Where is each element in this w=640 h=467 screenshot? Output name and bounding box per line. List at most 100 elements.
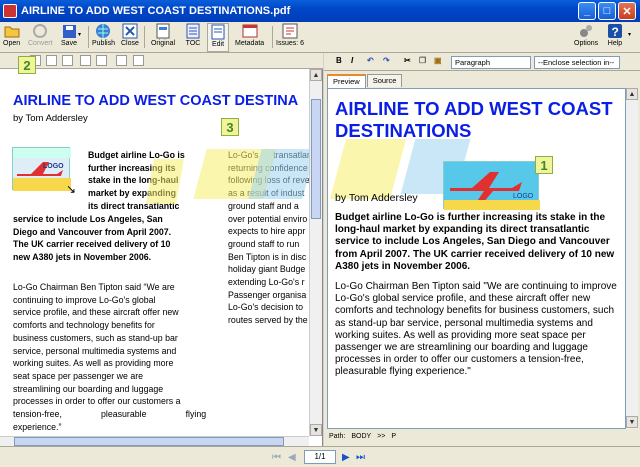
- tab-preview[interactable]: Preview: [327, 74, 366, 88]
- toc-button[interactable]: TOC: [182, 23, 204, 52]
- issues-label: Issues: 6: [276, 40, 305, 47]
- marker-2[interactable]: 2: [18, 56, 36, 74]
- doc-text-line: holiday giant Budge: [228, 264, 306, 275]
- editor-pane: B I ↶ ↷ ✂ ❐ ▣ Paragraph --Enclose select…: [324, 53, 640, 446]
- doc-logo-image: LOGO: [12, 147, 71, 191]
- path-body[interactable]: BODY: [351, 433, 371, 440]
- metadata-label: Metadata: [235, 40, 265, 47]
- left-vertical-scrollbar[interactable]: ▲ ▼: [309, 69, 322, 436]
- publish-button[interactable]: Publish: [92, 23, 115, 52]
- element-path-bar: Path: BODY >> P: [327, 430, 637, 443]
- single-page-icon[interactable]: [80, 55, 91, 66]
- undo-icon[interactable]: ↶: [367, 56, 374, 65]
- doc-text-line: over potential enviro: [228, 213, 308, 224]
- toolbar-separator: [88, 26, 89, 48]
- options-button[interactable]: Options: [574, 23, 598, 52]
- doc-text-line: Diego and Vancouver from April 2007.: [13, 226, 172, 237]
- drag-ghost: [329, 139, 407, 199]
- edit-button[interactable]: Edit: [207, 23, 229, 52]
- enclose-selection-select[interactable]: --Enclose selection in--: [534, 56, 620, 69]
- copy-icon[interactable]: ❐: [419, 56, 426, 65]
- redo-icon[interactable]: ↷: [383, 56, 390, 65]
- preview-headline: AIRLINE TO ADD WEST COAST DESTINATIONS: [335, 98, 613, 141]
- preview-paragraph: Lo-Go Chairman Ben Tipton said "We are c…: [335, 281, 617, 378]
- doc-text-line: tension-free, pleasurable flying: [13, 409, 207, 420]
- last-page-icon[interactable]: ⏭: [356, 452, 365, 463]
- left-scroll-thumb[interactable]: [311, 99, 321, 219]
- convert-label: Convert: [28, 40, 53, 47]
- globe-icon: [95, 23, 111, 39]
- prev-page-icon[interactable]: ◀: [288, 452, 296, 463]
- gears-icon: [578, 23, 594, 39]
- select-text-icon[interactable]: [46, 55, 57, 66]
- page-view-icon[interactable]: [96, 55, 107, 66]
- right-vertical-scrollbar[interactable]: ▲ ▼: [626, 88, 638, 429]
- scroll-up-arrow[interactable]: ▲: [626, 88, 638, 100]
- issues-icon: [282, 23, 298, 39]
- close-window-button[interactable]: ✕: [618, 2, 636, 20]
- original-button[interactable]: Original: [148, 23, 178, 52]
- scroll-down-arrow[interactable]: ▼: [310, 424, 322, 436]
- left-horizontal-scrollbar[interactable]: [0, 436, 309, 446]
- fit-width-icon[interactable]: [133, 55, 144, 66]
- maximize-button[interactable]: □: [598, 2, 616, 20]
- document-page[interactable]: AIRLINE TO ADD WEST COAST DESTINA by Tom…: [0, 69, 309, 436]
- path-label: Path:: [329, 433, 346, 440]
- doc-text-line: service to include Los Angeles, San: [13, 214, 163, 224]
- doc-text-line: experience.”: [13, 421, 62, 432]
- save-dropdown-icon[interactable]: ▾: [78, 31, 81, 38]
- preview-logo-text: LOGO: [513, 193, 534, 200]
- page-number-field[interactable]: 1/1: [304, 450, 336, 464]
- cut-icon[interactable]: ✂: [404, 56, 411, 65]
- paste-icon[interactable]: ▣: [434, 56, 442, 65]
- metadata-button[interactable]: Metadata: [235, 23, 264, 52]
- toolbar-separator: [272, 26, 273, 48]
- editor-tabs: Preview Source: [327, 74, 403, 88]
- doc-paragraph: Lo-Go Chairman Ben Tipton said “We are co…: [13, 281, 207, 433]
- marker-1[interactable]: 1: [535, 156, 553, 174]
- doc-text-line: Lo-Go's decision to: [228, 302, 304, 313]
- fit-page-icon[interactable]: [116, 55, 127, 66]
- minimize-button[interactable]: _: [578, 2, 596, 20]
- doc-text-line: Passenger organisa: [228, 289, 307, 300]
- doc-text-line: service, personal multimedia systems and: [13, 345, 177, 356]
- close-doc-button[interactable]: Close: [121, 23, 139, 52]
- open-label: Open: [3, 40, 21, 47]
- scroll-down-arrow[interactable]: ▼: [626, 416, 638, 428]
- publish-label: Publish: [92, 40, 115, 47]
- close-doc-label: Close: [121, 40, 139, 47]
- bold-button[interactable]: B: [336, 56, 342, 65]
- paragraph-style-select[interactable]: Paragraph: [451, 56, 531, 69]
- preview-area[interactable]: AIRLINE TO ADD WEST COAST DESTINATIONS L…: [327, 88, 626, 429]
- help-dropdown-icon[interactable]: ▾: [628, 31, 631, 38]
- hand-tool-icon[interactable]: [62, 55, 73, 66]
- doc-logo-text: LOGO: [43, 163, 64, 170]
- doc-text-line: streamlining our boarding and luggage: [13, 383, 164, 394]
- preview-logo-image: LOGO: [443, 161, 540, 210]
- path-p[interactable]: P: [391, 433, 396, 440]
- scroll-up-arrow[interactable]: ▲: [310, 69, 322, 81]
- tab-source[interactable]: Source: [366, 74, 403, 87]
- convert-button[interactable]: Convert: [28, 23, 53, 52]
- marker-3[interactable]: 3: [221, 118, 239, 136]
- path-separator: >>: [377, 433, 386, 440]
- help-button[interactable]: ? Help: [607, 23, 623, 52]
- italic-button[interactable]: I: [351, 56, 353, 65]
- issues-button[interactable]: Issues: 6: [276, 23, 304, 52]
- help-label: Help: [607, 40, 623, 47]
- left-hscroll-thumb[interactable]: [14, 437, 284, 446]
- next-page-icon[interactable]: ▶: [342, 452, 350, 463]
- open-button[interactable]: Open: [3, 23, 20, 52]
- save-button[interactable]: Save: [61, 23, 77, 52]
- doc-text-line: new A380 jets in November 2006.: [13, 252, 152, 263]
- svg-text:?: ?: [612, 25, 619, 39]
- original-view-pane: AIRLINE TO ADD WEST COAST DESTINA by Tom…: [0, 53, 323, 446]
- original-page-icon: [155, 23, 171, 39]
- doc-text-line: extending Lo-Go's r: [228, 277, 305, 288]
- doc-text-line: service profile, and these aircraft offe…: [13, 307, 179, 318]
- first-page-icon[interactable]: ⏮: [272, 452, 281, 463]
- doc-text-line: continuing to improve Lo-Go's global: [13, 294, 156, 305]
- doc-text-line: ground staff and a: [228, 200, 299, 211]
- app-icon: [3, 4, 17, 18]
- doc-text-line: seat space per passenger we are: [13, 370, 144, 381]
